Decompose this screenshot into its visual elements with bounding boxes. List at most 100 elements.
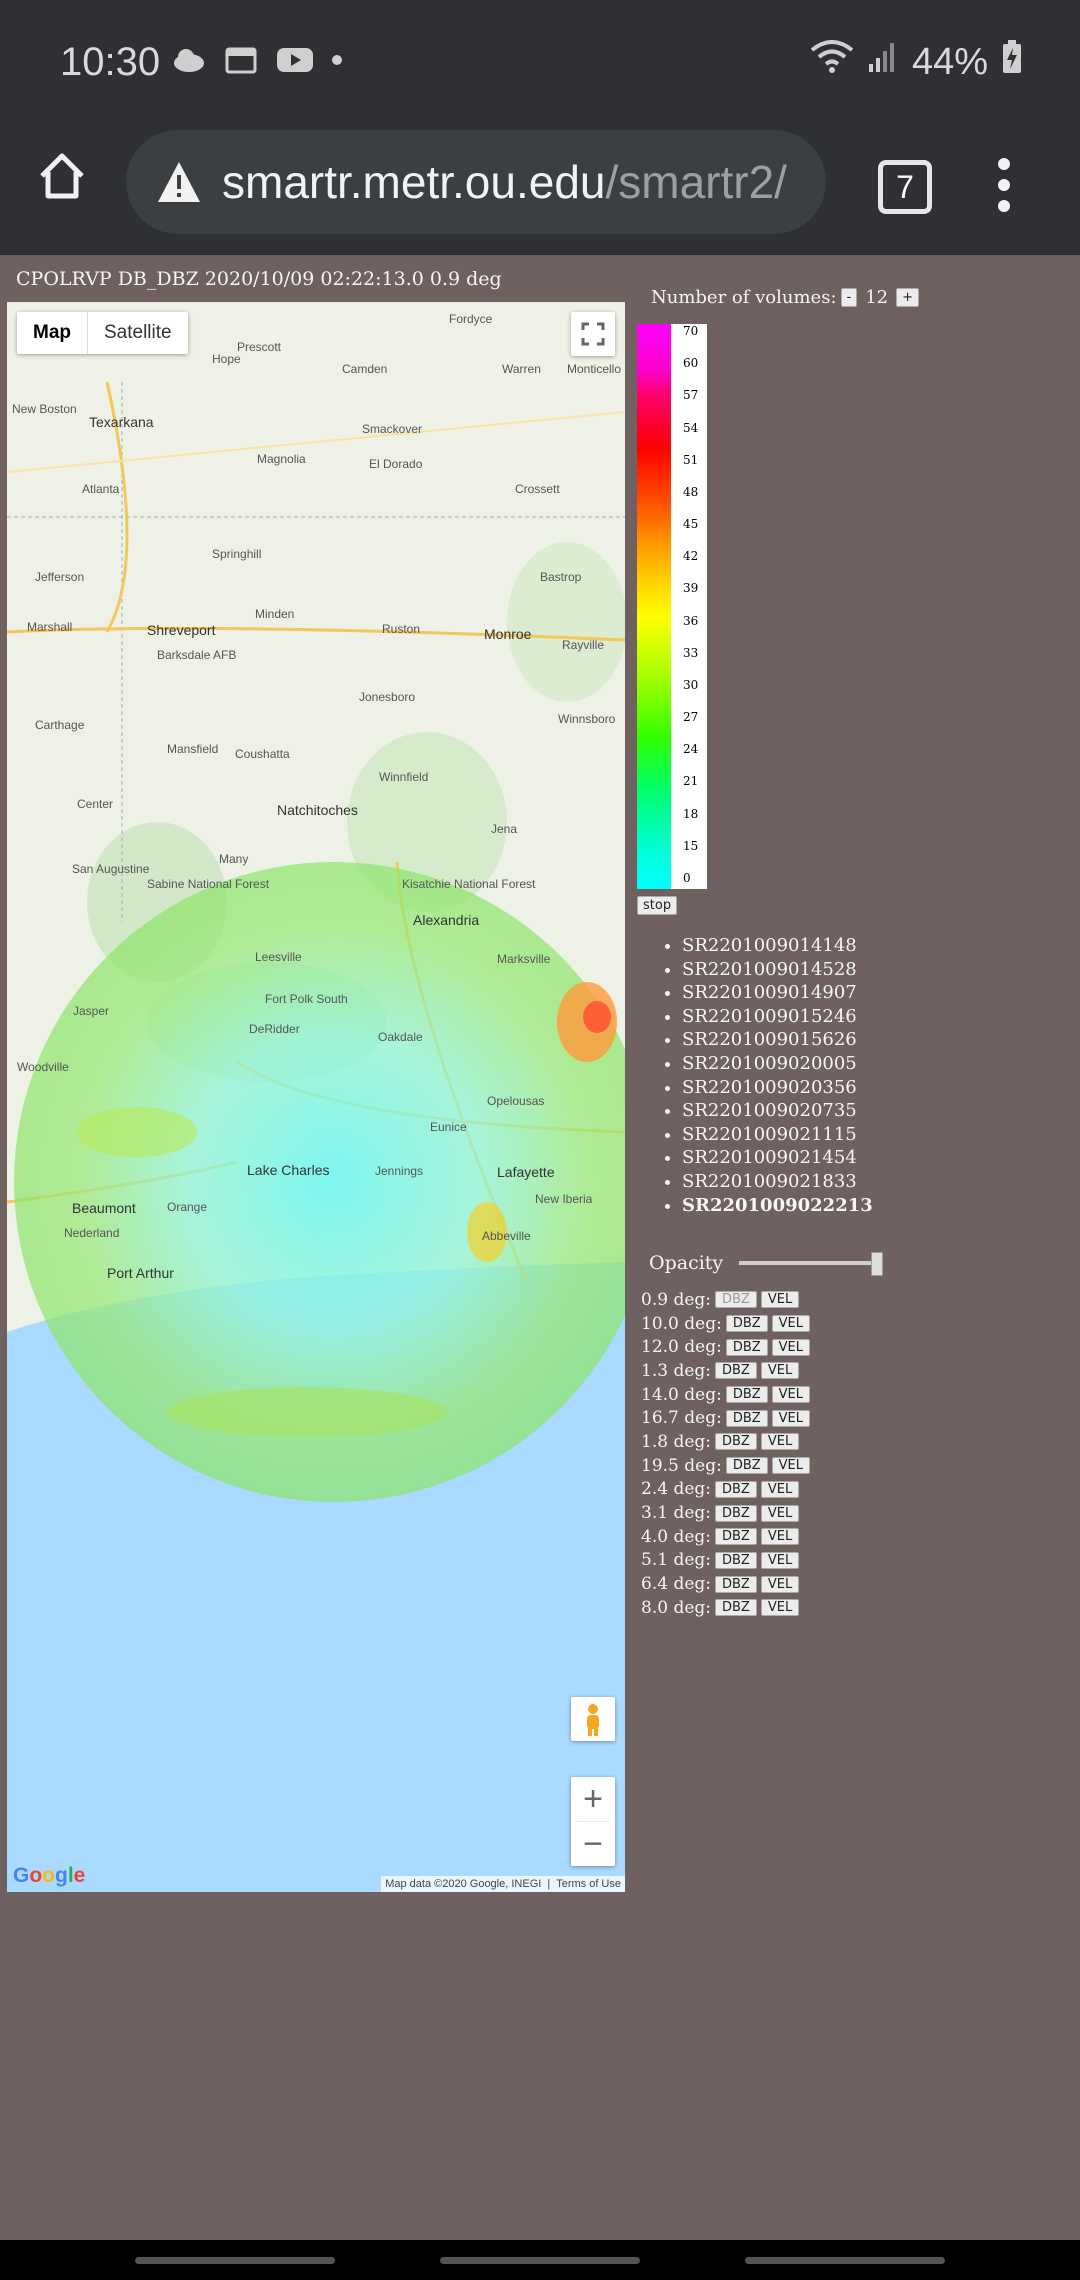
colorbar-tick-label: 24 <box>683 742 699 757</box>
tilt-dbz-button[interactable]: DBZ <box>725 1409 768 1427</box>
zoom-control[interactable]: + − <box>571 1777 615 1866</box>
tilt-dbz-button[interactable]: DBZ <box>715 1480 757 1498</box>
map-place-label: Mansfield <box>167 742 219 756</box>
warning-icon[interactable] <box>156 160 202 204</box>
tilt-vel-button[interactable]: VEL <box>760 1362 800 1380</box>
map-place-label: Barksdale AFB <box>157 648 237 662</box>
volume-list-item[interactable]: SR2201009021454 <box>682 1146 873 1170</box>
volume-list-item[interactable]: SR2201009014907 <box>682 981 873 1005</box>
tilt-vel-button[interactable]: VEL <box>771 1315 811 1333</box>
map-place-label: Monroe <box>484 626 532 642</box>
tilt-vel-button[interactable]: VEL <box>771 1409 811 1427</box>
map-type-satellite-button[interactable]: Satellite <box>88 312 188 354</box>
tilt-dbz-button[interactable]: DBZ <box>725 1315 768 1333</box>
terms-of-use-link[interactable]: Terms of Use <box>556 1878 621 1890</box>
tilt-dbz-button[interactable]: DBZ <box>715 1575 757 1593</box>
stop-animation-button[interactable]: stop <box>637 896 678 915</box>
wifi-icon <box>810 40 854 84</box>
map-place-label: Many <box>219 852 249 866</box>
volumes-decrement-button[interactable]: - <box>840 288 858 307</box>
volume-list-item[interactable]: SR2201009021115 <box>682 1123 873 1147</box>
tilt-dbz-button[interactable]: DBZ <box>715 1433 757 1451</box>
tilt-vel-button[interactable]: VEL <box>760 1291 800 1309</box>
map-place-label: New Iberia <box>535 1192 593 1206</box>
volume-list-item[interactable]: SR2201009022213 <box>682 1194 873 1218</box>
map-place-label: Jefferson <box>35 570 85 584</box>
tilt-dbz-button[interactable]: DBZ <box>715 1362 757 1380</box>
map-place-label: Orange <box>167 1200 208 1214</box>
volume-list-item[interactable]: SR2201009015626 <box>682 1028 873 1052</box>
tilt-row: 12.0 deg: DBZ VEL <box>641 1335 814 1359</box>
tilt-dbz-button[interactable]: DBZ <box>725 1386 768 1404</box>
map-type-map-button[interactable]: Map <box>17 312 88 354</box>
map-place-label: Prescott <box>237 340 282 354</box>
tilt-dbz-button[interactable]: DBZ <box>715 1599 757 1617</box>
tilt-label: 6.4 deg: <box>641 1574 711 1595</box>
more-menu-icon[interactable] <box>996 158 1012 218</box>
tilt-dbz-button[interactable]: DBZ <box>715 1528 757 1546</box>
url-bar[interactable]: smartr.metr.ou.edu/smartr2/ <box>126 130 826 234</box>
colorbar-tick-label: 15 <box>683 838 699 853</box>
fullscreen-icon[interactable] <box>571 312 615 356</box>
volume-list-item[interactable]: SR2201009015246 <box>682 1005 873 1029</box>
tilt-dbz-button[interactable]: DBZ <box>725 1457 768 1475</box>
volume-list-item[interactable]: SR2201009020005 <box>682 1052 873 1076</box>
map-place-label: Monticello <box>567 362 622 376</box>
tilt-dbz-button[interactable]: DBZ <box>715 1504 757 1522</box>
map-place-label: Marksville <box>497 952 551 966</box>
map-place-label: Leesville <box>255 950 302 964</box>
map-place-label: Carthage <box>35 718 85 732</box>
tilt-vel-button[interactable]: VEL <box>771 1338 811 1356</box>
tilt-row: 1.3 deg: DBZ VEL <box>641 1359 814 1383</box>
tilt-vel-button[interactable]: VEL <box>760 1504 800 1522</box>
map-place-label: Crossett <box>515 482 560 496</box>
notification-dot-icon <box>332 55 342 65</box>
tilt-vel-button[interactable]: VEL <box>771 1386 811 1404</box>
colorbar-tick-label: 18 <box>683 806 699 821</box>
zoom-out-button[interactable]: − <box>571 1822 615 1866</box>
tilt-dbz-button[interactable]: DBZ <box>715 1291 757 1309</box>
reflectivity-colorbar <box>637 324 671 889</box>
colorbar-tick-label: 33 <box>683 645 699 660</box>
tilt-label: 5.1 deg: <box>641 1550 711 1571</box>
opacity-control: Opacity <box>649 1252 884 1276</box>
browser-toolbar: smartr.metr.ou.edu/smartr2/ 7 <box>0 130 1080 255</box>
map-attribution: Map data ©2020 Google, INEGI | Terms of … <box>381 1876 625 1892</box>
volume-list-item[interactable]: SR2201009020356 <box>682 1076 873 1100</box>
zoom-in-button[interactable]: + <box>571 1777 615 1821</box>
volume-list-item[interactable]: SR2201009020735 <box>682 1099 873 1123</box>
opacity-slider-thumb[interactable] <box>871 1252 884 1276</box>
volumes-increment-button[interactable]: + <box>896 288 920 307</box>
map-place-label: Fordyce <box>449 312 493 326</box>
tilt-vel-button[interactable]: VEL <box>760 1551 800 1569</box>
tab-switcher-button[interactable]: 7 <box>878 160 932 214</box>
map-place-label: Natchitoches <box>277 802 358 818</box>
volume-list-item[interactable]: SR2201009021833 <box>682 1170 873 1194</box>
tilt-vel-button[interactable]: VEL <box>760 1433 800 1451</box>
colorbar-tick-label: 45 <box>683 517 699 532</box>
street-view-pegman-icon[interactable] <box>571 1697 615 1741</box>
map-place-label: Oakdale <box>378 1030 423 1044</box>
tilt-vel-button[interactable]: VEL <box>760 1575 800 1593</box>
tilt-vel-button[interactable]: VEL <box>760 1528 800 1546</box>
map-type-control[interactable]: Map Satellite <box>17 312 188 354</box>
opacity-slider[interactable] <box>739 1252 884 1276</box>
volume-list-item[interactable]: SR2201009014148 <box>682 934 873 958</box>
map-place-label: Minden <box>255 607 295 621</box>
map-place-label: Shreveport <box>147 622 216 638</box>
colorbar-tick-label: 39 <box>683 581 699 596</box>
tilt-vel-button[interactable]: VEL <box>760 1480 800 1498</box>
tilt-label: 1.8 deg: <box>641 1431 711 1452</box>
tilt-row: 4.0 deg: DBZ VEL <box>641 1525 814 1549</box>
volume-list-item[interactable]: SR2201009014528 <box>682 958 873 982</box>
tilt-dbz-button[interactable]: DBZ <box>715 1551 757 1569</box>
tilt-vel-button[interactable]: VEL <box>771 1457 811 1475</box>
tilt-vel-button[interactable]: VEL <box>760 1599 800 1617</box>
tilt-dbz-button[interactable]: DBZ <box>725 1338 768 1356</box>
url-host: smartr.metr.ou.edu <box>222 156 606 208</box>
colorbar-tick-label: 42 <box>683 549 699 564</box>
map-data-text: Map data ©2020 Google, INEGI <box>385 1878 542 1890</box>
gesture-nav-bar <box>0 2240 1080 2280</box>
home-icon[interactable] <box>36 150 88 202</box>
map-view[interactable]: AshdownHopePrescottFordyceWarrenMonticel… <box>7 302 625 1892</box>
